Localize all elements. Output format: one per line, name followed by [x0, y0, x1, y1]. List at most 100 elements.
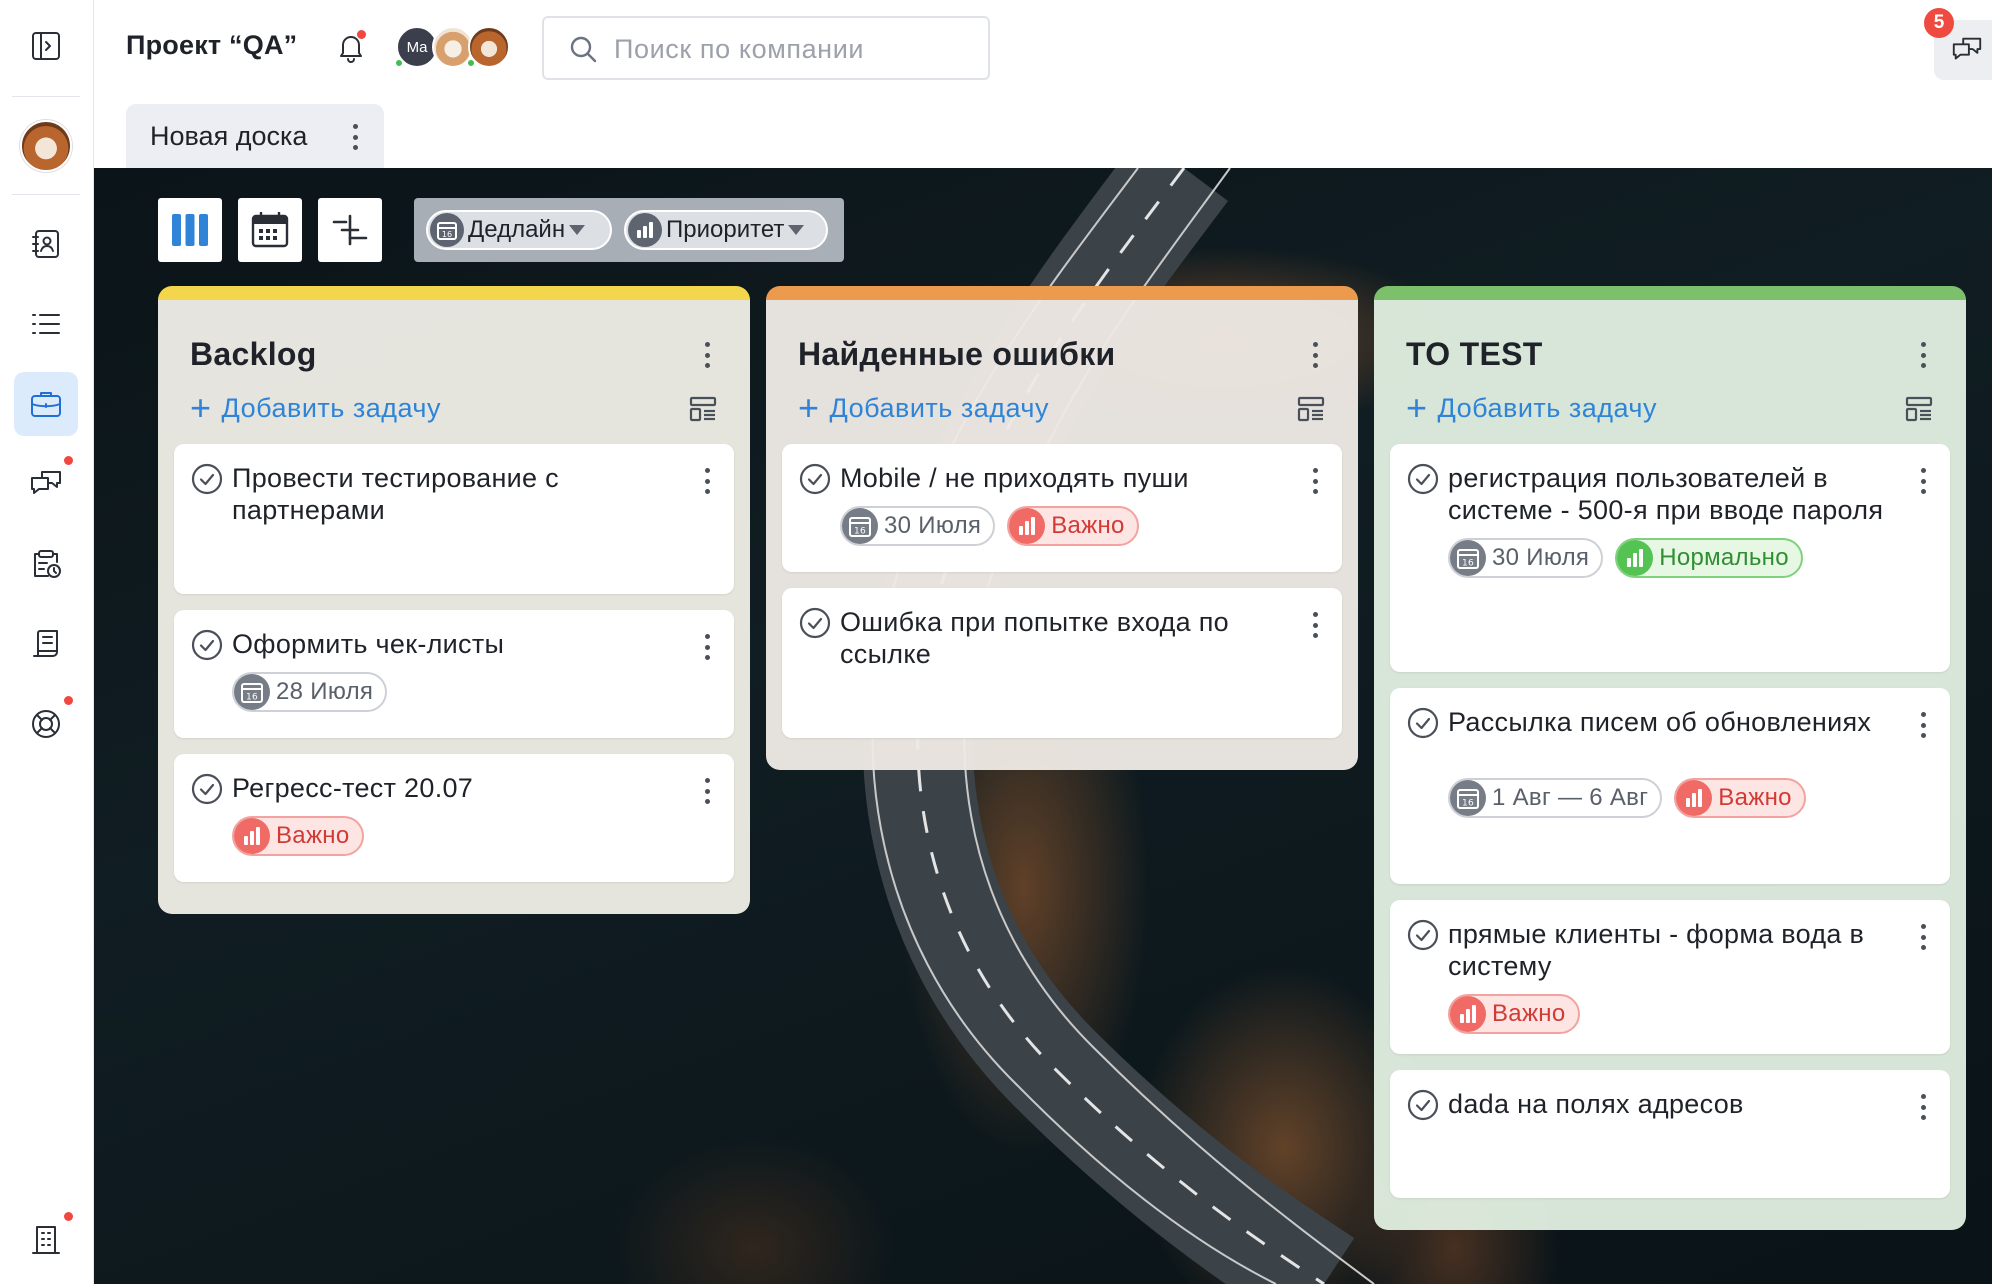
kanban-view-button[interactable]	[158, 198, 222, 262]
sidebar-divider	[12, 194, 80, 195]
user-avatar[interactable]	[20, 120, 72, 172]
column-menu-icon[interactable]	[1920, 342, 1926, 368]
search-input[interactable]	[614, 28, 974, 70]
priority-tag[interactable]: Нормально	[1615, 538, 1803, 578]
task-card[interactable]: Регресс-тест 20.07 Важно	[174, 754, 734, 882]
sidebar-item-list[interactable]	[14, 292, 78, 356]
column-menu-icon[interactable]	[1312, 342, 1318, 368]
task-card[interactable]: dada на полях адресов	[1390, 1070, 1950, 1198]
gantt-view-button[interactable]	[318, 198, 382, 262]
board-tab[interactable]: Новая доска	[126, 104, 384, 168]
task-card[interactable]: Оформить чек-листы 16 28 Июля	[174, 610, 734, 738]
document-scroll-icon	[33, 630, 58, 657]
deadline-tag[interactable]: 16 28 Июля	[232, 672, 388, 712]
sidebar-toggle-button[interactable]	[14, 14, 78, 78]
card-layout-icon[interactable]	[1904, 394, 1934, 424]
add-task-button[interactable]: + Добавить задачу	[798, 390, 1049, 426]
priority-tag[interactable]: Важно	[1448, 994, 1580, 1034]
sidebar-item-contacts[interactable]	[14, 212, 78, 276]
svg-text:16: 16	[854, 527, 866, 537]
plus-icon: +	[798, 387, 820, 428]
chevron-down-icon	[569, 225, 586, 235]
task-tags: 16 30 Июля Важно	[840, 506, 1278, 546]
columns-icon	[172, 214, 208, 246]
add-task-button[interactable]: + Добавить задачу	[1406, 390, 1657, 426]
complete-task-icon[interactable]	[190, 772, 224, 806]
priority-tag[interactable]: Важно	[1674, 778, 1806, 818]
gantt-icon	[332, 214, 368, 246]
svg-text:16: 16	[442, 230, 452, 239]
deadline-tag[interactable]: 16 1 Авг — 6 Авг	[1448, 778, 1663, 818]
board-tab-label: Новая доска	[150, 120, 308, 151]
column-menu-icon[interactable]	[704, 342, 710, 368]
sidebar-item-projects[interactable]	[14, 372, 78, 436]
task-menu-icon[interactable]	[704, 468, 710, 494]
card-layout-icon[interactable]	[1296, 394, 1326, 424]
task-card[interactable]: Рассылка писем об обновлениях 16 1 Авг — 6…	[1390, 688, 1950, 884]
list-icon	[32, 314, 60, 334]
complete-task-icon[interactable]	[798, 606, 832, 640]
calendar-icon: 16	[1450, 540, 1486, 576]
kanban-board: 16 Дедлайн Приоритет Backlog + Добавить за…	[94, 168, 1992, 1284]
task-menu-icon[interactable]	[1920, 712, 1926, 738]
deadline-text: 30 Июля	[1492, 544, 1590, 571]
task-title: Ошибка при попытке входа по ссылке	[840, 607, 1229, 669]
task-card[interactable]: Mobile / не приходять пуши 16 30 Июля Важно	[782, 444, 1342, 572]
task-menu-icon[interactable]	[1312, 468, 1318, 494]
task-card[interactable]: Провести тестирование с партнерами	[174, 444, 734, 594]
priority-tag[interactable]: Важно	[1007, 506, 1139, 546]
board-menu-icon[interactable]	[352, 124, 358, 150]
sidebar-item-documents[interactable]	[14, 612, 78, 676]
briefcase-icon	[31, 392, 61, 417]
task-menu-icon[interactable]	[1920, 924, 1926, 950]
priority-filter-label: Приоритет	[666, 216, 785, 243]
task-tags: 16 30 Июля Нормально	[1448, 538, 1886, 578]
add-task-label: Добавить задачу	[221, 392, 441, 423]
priority-tag[interactable]: Важно	[232, 816, 364, 856]
task-menu-icon[interactable]	[704, 778, 710, 804]
deadline-filter[interactable]: 16 Дедлайн	[426, 210, 612, 250]
complete-task-icon[interactable]	[1406, 918, 1440, 952]
deadline-text: 1 Авг — 6 Авг	[1492, 784, 1649, 811]
deadline-tag[interactable]: 16 30 Июля	[1448, 538, 1604, 578]
task-tags: Важно	[1448, 994, 1886, 1034]
complete-task-icon[interactable]	[798, 462, 832, 496]
task-menu-icon[interactable]	[704, 634, 710, 660]
column-header: Найденные ошибки + Добавить задачу	[782, 300, 1342, 444]
task-menu-icon[interactable]	[1312, 612, 1318, 638]
complete-task-icon[interactable]	[190, 462, 224, 496]
complete-task-icon[interactable]	[190, 628, 224, 662]
task-title: Mobile / не приходять пуши	[840, 463, 1189, 493]
project-members[interactable]: Ma	[394, 26, 512, 70]
card-layout-icon[interactable]	[688, 394, 718, 424]
task-card[interactable]: Ошибка при попытке входа по ссылке	[782, 588, 1342, 738]
complete-task-icon[interactable]	[1406, 706, 1440, 740]
board-column: TO TEST + Добавить задачу регистрация польз…	[1374, 286, 1966, 1230]
complete-task-icon[interactable]	[1406, 462, 1440, 496]
notifications-button[interactable]	[334, 30, 370, 66]
priority-bars-icon	[1617, 540, 1654, 576]
left-sidebar	[0, 0, 94, 1284]
priority-filter[interactable]: Приоритет	[624, 210, 828, 250]
task-card[interactable]: регистрация пользователей в системе - 50…	[1390, 444, 1950, 672]
calendar-icon: 16	[1450, 780, 1486, 816]
task-title: прямые клиенты - форма вода в систему	[1448, 919, 1865, 981]
task-menu-icon[interactable]	[1920, 468, 1926, 494]
column-title: TO TEST	[1406, 336, 1543, 372]
task-menu-icon[interactable]	[1920, 1094, 1926, 1120]
search-icon	[570, 36, 597, 63]
calendar-view-button[interactable]	[238, 198, 302, 262]
deadline-tag[interactable]: 16 30 Июля	[840, 506, 996, 546]
calendar-icon: 16	[842, 508, 878, 544]
priority-bars-icon	[628, 213, 662, 247]
priority-text: Важно	[1718, 784, 1792, 811]
task-title: Оформить чек-листы	[232, 629, 505, 659]
task-card[interactable]: прямые клиенты - форма вода в систему Важ…	[1390, 900, 1950, 1054]
add-task-button[interactable]: + Добавить задачу	[190, 390, 441, 426]
task-title: Регресс-тест 20.07	[232, 773, 474, 803]
sidebar-item-tasks[interactable]	[14, 532, 78, 596]
task-tags: 16 1 Авг — 6 Авг Важно	[1448, 778, 1886, 818]
complete-task-icon[interactable]	[1406, 1088, 1440, 1122]
company-search[interactable]	[542, 16, 990, 80]
priority-bars-icon	[234, 818, 270, 854]
